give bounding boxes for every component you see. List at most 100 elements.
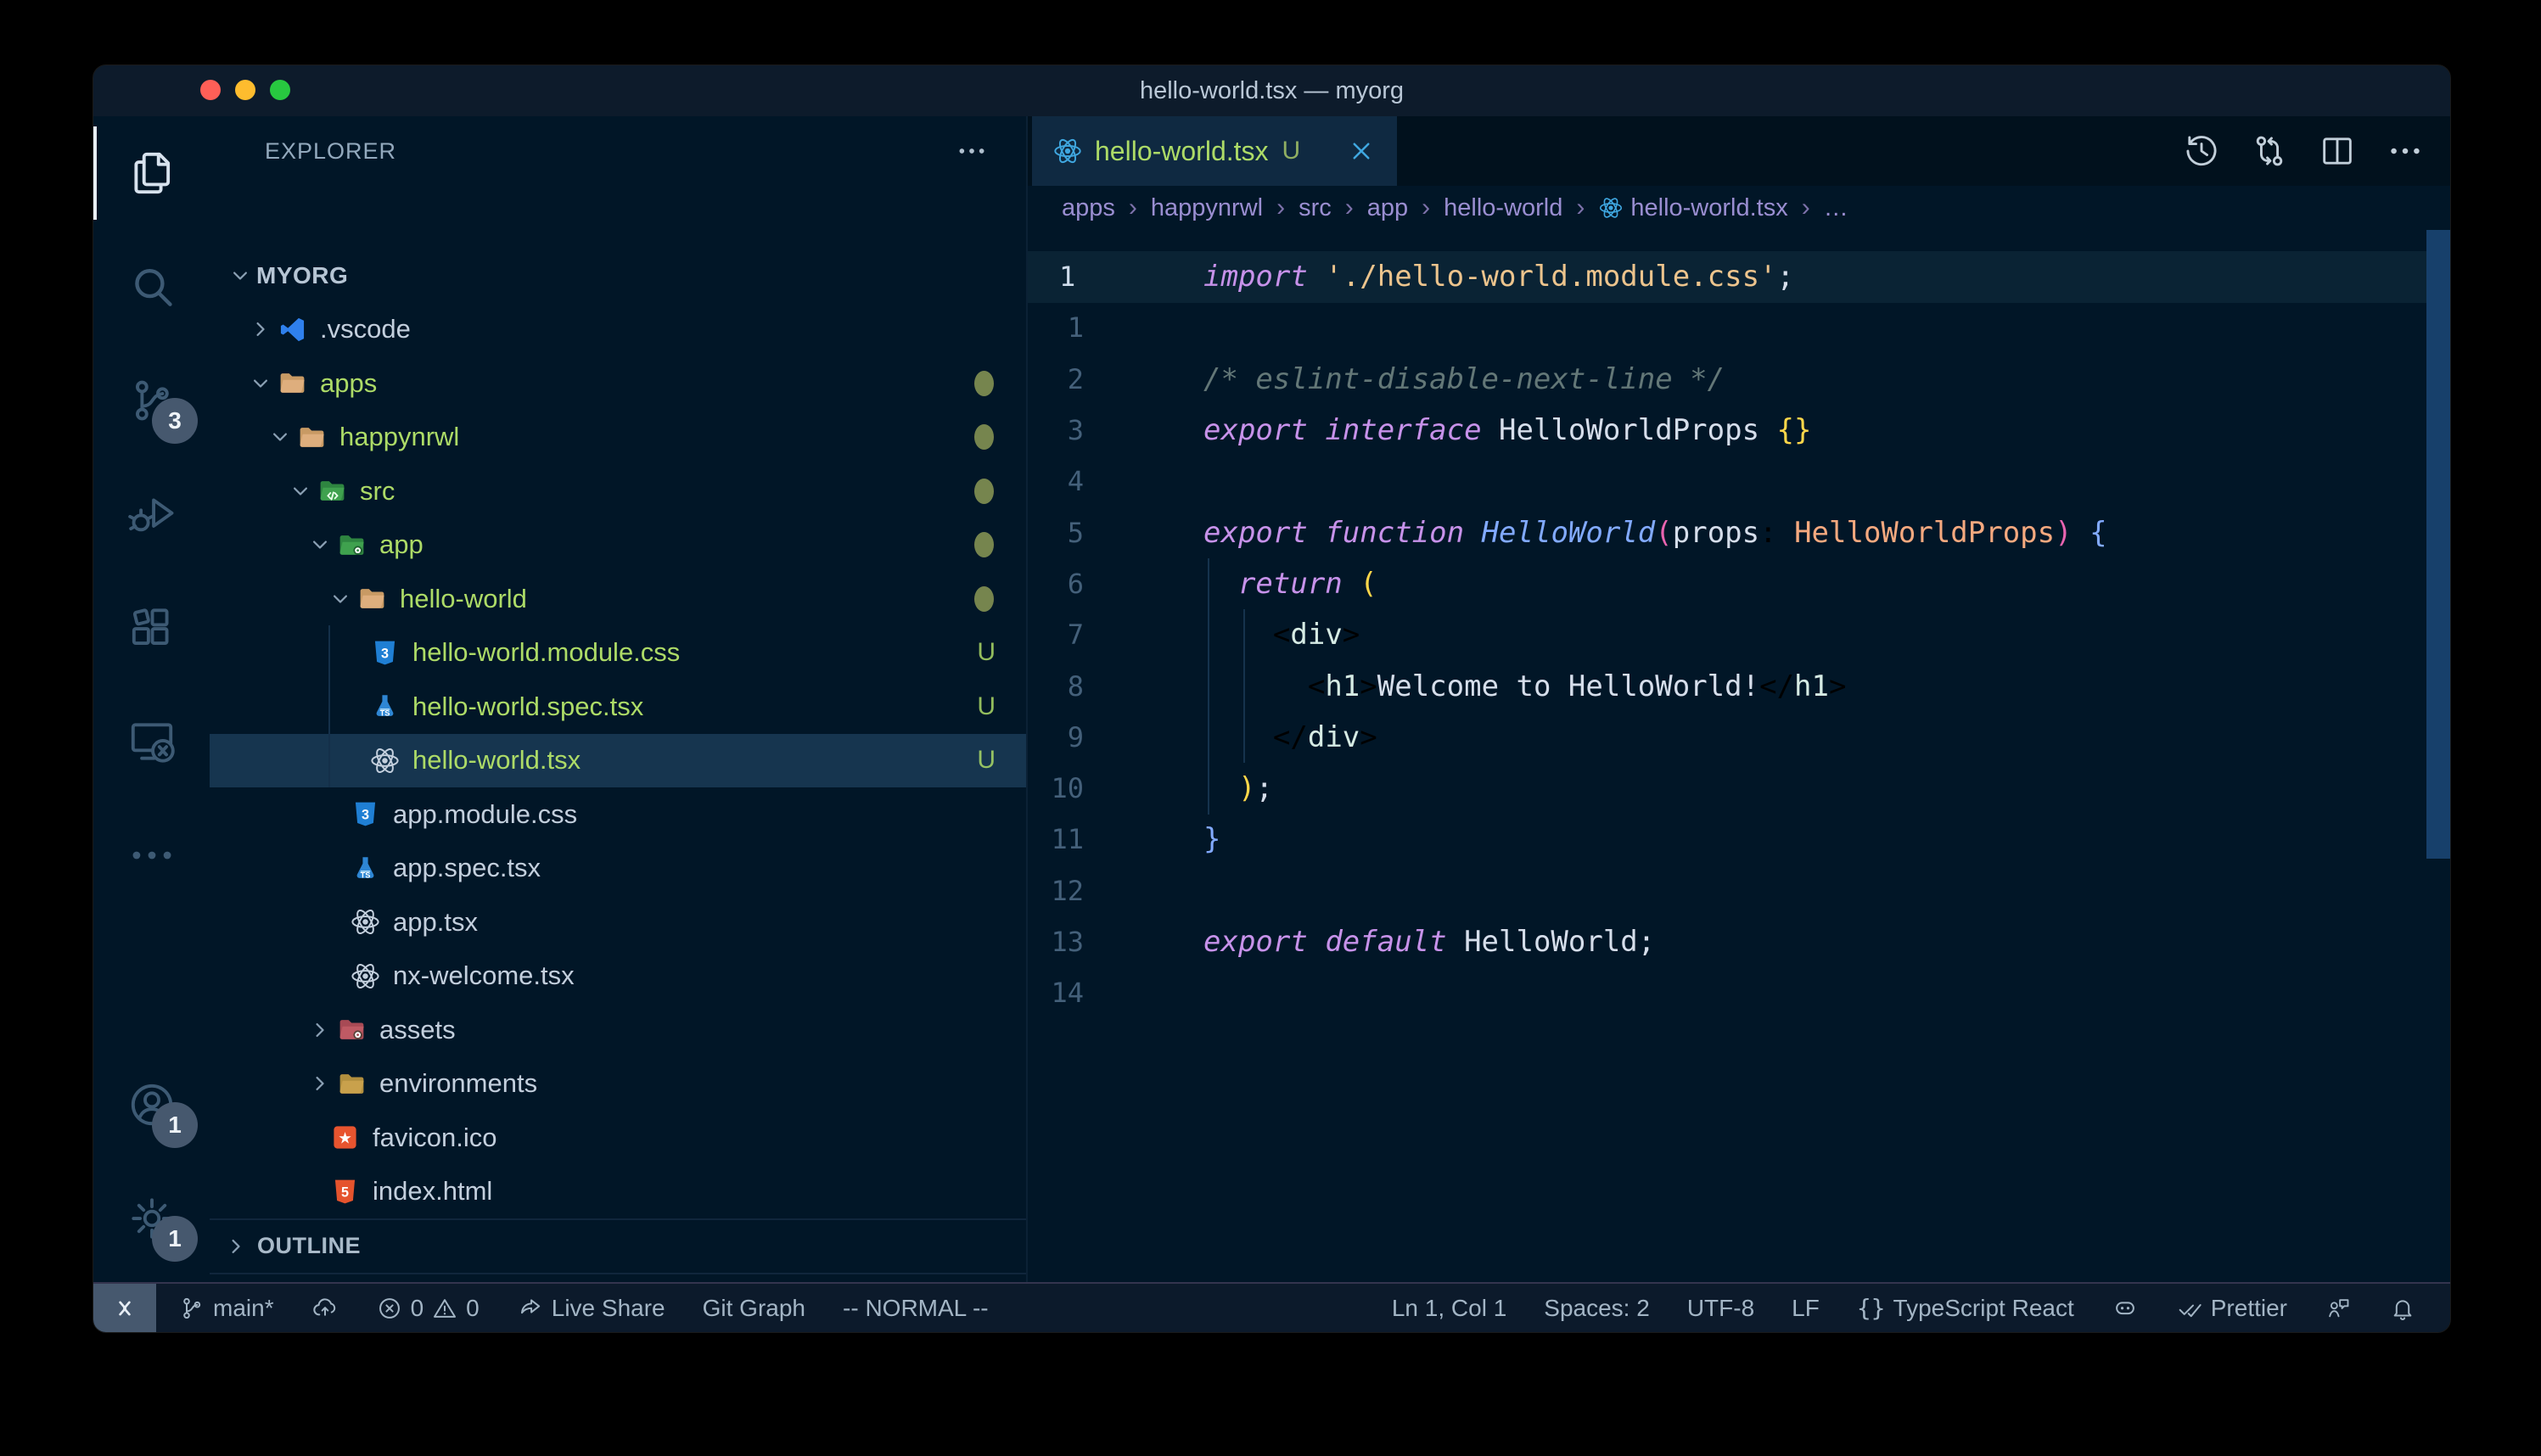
activity-remote-explorer[interactable] [93, 685, 210, 798]
search-icon [126, 260, 178, 313]
chev-down-icon [328, 586, 353, 612]
breadcrumb-more[interactable]: … [1824, 194, 1848, 222]
tree-item-assets[interactable]: assets [210, 1003, 1026, 1057]
tree-item-label: hello-world.module.css [412, 637, 680, 668]
code-line: 14 [1028, 967, 2450, 1018]
activity-source-control[interactable]: 3 [93, 344, 210, 457]
tree-item-hello-world[interactable]: hello-world [210, 572, 1026, 626]
git-untracked-badge: U [977, 638, 996, 667]
activity-explorer[interactable] [93, 116, 210, 230]
folder-green-gear-icon [336, 529, 367, 561]
activity-run-debug[interactable] [93, 457, 210, 571]
status-right-group: Ln 1, Col 1 Spaces: 2 UTF-8 LF {}TypeScript … [1392, 1294, 2416, 1322]
activity-accounts[interactable]: 1 [93, 1048, 210, 1162]
tree-item-hello-world-spec-tsx[interactable]: TShello-world.spec.tsxU [210, 680, 1026, 734]
close-tab-button[interactable] [1346, 136, 1377, 166]
folder-tan-icon [356, 583, 388, 614]
titlebar[interactable]: hello-world.tsx — myorg [93, 65, 2450, 116]
tab-label: hello-world.tsx [1095, 136, 1269, 167]
status-live-share[interactable]: Live Share [517, 1295, 665, 1322]
breadcrumb-src[interactable]: src [1299, 194, 1332, 222]
status-copilot[interactable] [2112, 1295, 2139, 1322]
status-vim-mode[interactable]: -- NORMAL -- [843, 1295, 989, 1322]
check-double-icon [2176, 1295, 2203, 1322]
status-git-graph[interactable]: Git Graph [703, 1295, 805, 1322]
tree-item-app[interactable]: app [210, 518, 1026, 573]
test-icon: TS [350, 853, 381, 884]
status-label: 0 [466, 1295, 480, 1322]
line-number: 7 [1028, 619, 1084, 651]
code-line: 8 <h1>Welcome to HelloWorld!</h1> [1028, 660, 2450, 711]
tree-item-happynrwl[interactable]: happynrwl [210, 411, 1026, 465]
editor-group: hello-world.tsx U apps›happynrwl›src›app… [1028, 116, 2450, 1284]
status-eol[interactable]: LF [1792, 1295, 1820, 1322]
tree-item-app-module-css[interactable]: 3app.module.css [210, 787, 1026, 842]
status-remote-indicator[interactable] [93, 1284, 156, 1332]
explorer-more-actions-button[interactable] [955, 116, 989, 186]
breadcrumb-happynrwl[interactable]: happynrwl [1151, 194, 1263, 222]
status-encoding[interactable]: UTF-8 [1687, 1295, 1754, 1322]
status-label: UTF-8 [1687, 1295, 1754, 1322]
tree-item-hello-world-tsx[interactable]: hello-world.tsxU [210, 734, 1026, 788]
svg-text:3: 3 [381, 646, 389, 661]
folder-tan-icon [296, 422, 328, 453]
activity-extensions[interactable] [93, 571, 210, 685]
status-git-branch[interactable]: main* [178, 1295, 274, 1322]
tree-item-app-tsx[interactable]: app.tsx [210, 895, 1026, 949]
breadcrumb-separator: › [1576, 193, 1585, 222]
breadcrumb-hello-world[interactable]: hello-world [1444, 194, 1562, 222]
line-number: 8 [1028, 670, 1084, 703]
tab-bar: hello-world.tsx U [1028, 116, 2450, 186]
status-prettier[interactable]: Prettier [2176, 1295, 2287, 1322]
tree-item-environments[interactable]: environments [210, 1057, 1026, 1112]
ellipsis-icon [126, 829, 178, 882]
bell-icon [2389, 1295, 2416, 1322]
status-feedback[interactable] [2325, 1295, 2352, 1322]
tree-item-apps[interactable]: apps [210, 356, 1026, 411]
tab-hello-world-tsx[interactable]: hello-world.tsx U [1032, 116, 1397, 186]
react-icon [1598, 195, 1624, 221]
desktop: hello-world.tsx — myorg 311 EXPLORER MYO… [0, 0, 2541, 1456]
tree-item-vscode[interactable]: .vscode [210, 303, 1026, 357]
code-line: 6 return ( [1028, 558, 2450, 609]
react-icon [1052, 136, 1083, 166]
activity-settings[interactable]: 1 [93, 1162, 210, 1275]
tree-item-src[interactable]: src [210, 464, 1026, 518]
tree-item-favicon-ico[interactable]: ★favicon.ico [210, 1111, 1026, 1165]
line-number: 5 [1028, 517, 1084, 549]
open-timeline-button[interactable] [2182, 132, 2221, 171]
folder-red-gear-icon [336, 1014, 367, 1045]
line-number: 14 [1028, 977, 1084, 1009]
breadcrumb-apps[interactable]: apps [1062, 194, 1115, 222]
activity-search[interactable] [93, 230, 210, 344]
activity-more[interactable] [93, 798, 210, 912]
status-indentation[interactable]: Spaces: 2 [1544, 1295, 1650, 1322]
svg-text:★: ★ [338, 1129, 352, 1147]
panel-outline[interactable]: OUTLINE [210, 1218, 1026, 1273]
breadcrumb-app[interactable]: app [1367, 194, 1408, 222]
status-cursor-position[interactable]: Ln 1, Col 1 [1392, 1295, 1506, 1322]
status-notifications[interactable] [2389, 1295, 2416, 1322]
status-publish-changes[interactable] [311, 1295, 339, 1322]
tree-indent-guide [328, 625, 330, 787]
code-line: 3export interface HelloWorldProps {} [1028, 405, 2450, 456]
tree-item-label: hello-world.tsx [412, 745, 581, 776]
split-editor-button[interactable] [2318, 132, 2357, 171]
status-problems[interactable]: 00 [376, 1295, 480, 1322]
scrollbar-thumb[interactable] [2426, 230, 2450, 859]
html5-icon: 5 [329, 1176, 361, 1207]
code-editor[interactable]: 1import './hello-world.module.css';12/* … [1028, 230, 2450, 1284]
tree-item-myorg[interactable]: MYORG [210, 249, 1026, 303]
tree-item-nx-welcome-tsx[interactable]: nx-welcome.tsx [210, 949, 1026, 1004]
open-changes-button[interactable] [2250, 132, 2289, 171]
status-language-mode[interactable]: {}TypeScript React [1857, 1294, 2074, 1322]
more-actions-button[interactable] [2386, 132, 2425, 171]
line-number: 6 [1028, 568, 1084, 600]
tree-item-hello-world-module-css[interactable]: 3 hello-world.module.css U [210, 626, 1026, 680]
breadcrumb-hello-world-tsx[interactable]: hello-world.tsx [1598, 194, 1787, 222]
status-label: Prettier [2211, 1295, 2287, 1322]
tree-item-app-spec-tsx[interactable]: TSapp.spec.tsx [210, 842, 1026, 896]
tree-item-index-html[interactable]: 5index.html [210, 1165, 1026, 1219]
panel-label: OUTLINE [257, 1233, 361, 1259]
test-icon: TS [369, 691, 401, 722]
